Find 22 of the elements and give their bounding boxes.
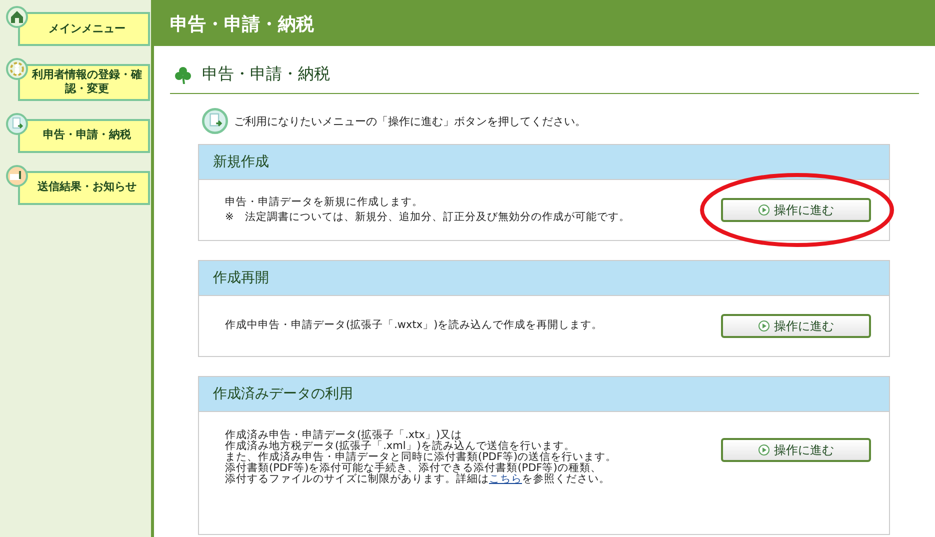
- menu-icon: [6, 164, 28, 187]
- section-title: 作成済みデータの利用: [199, 377, 889, 412]
- menu-icon: [6, 58, 28, 80]
- section-description: 作成中申告・申請データ(拡張子「.wxtx」)を読み込んで作成を再開します。: [225, 318, 603, 334]
- play-icon: [758, 320, 770, 332]
- section-description: 作成済み申告・申請データ(拡張子「.xtx」)又は 作成済み地方税データ(拡張子「.xml」)を読み込んで送信を行います。 また、作成済み申告・申請データと同時に添付書類(PDF等)の送信を行います。 添付書類(PDF等)を添付可能な手続き、添付できる添付書類(PDF等)の種類、 添付するファイルのサイズに制限があります。詳細は こちら を参照ください。: [225, 430, 617, 486]
- menu-icon: [6, 112, 28, 135]
- instruction-text: ご利用になりたいメニューの「操作に進む」ボタンを押してください。: [234, 114, 586, 128]
- menu-icon: [6, 6, 28, 28]
- proceed-button[interactable]: 操作に進む: [721, 314, 871, 338]
- document-icon: [202, 108, 228, 134]
- clover-icon: [174, 66, 192, 84]
- section-title: 作成再開: [199, 261, 889, 296]
- section-title: 新規作成: [199, 145, 889, 180]
- section-description: 申告・申請データを新規に作成します。 ※ 法定調書については、新規分、追加分、訂正分及び無効分の作成が可能です。: [225, 194, 630, 225]
- play-icon: [758, 204, 770, 216]
- page-title: 申告・申請・納税: [202, 64, 330, 85]
- details-link[interactable]: こちら: [489, 473, 522, 486]
- proceed-button[interactable]: 操作に進む: [721, 198, 871, 222]
- play-icon: [758, 444, 770, 456]
- header-title: 申告・申請・納税: [154, 0, 935, 46]
- proceed-button[interactable]: 操作に進む: [721, 438, 871, 462]
